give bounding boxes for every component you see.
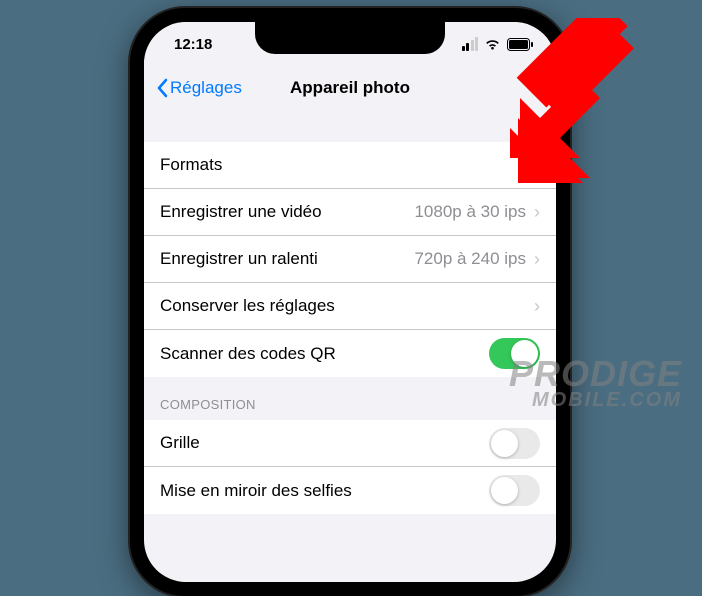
chevron-right-icon: › bbox=[534, 296, 540, 317]
spacer bbox=[144, 110, 556, 142]
row-label: Mise en miroir des selfies bbox=[160, 481, 352, 501]
row-record-video[interactable]: Enregistrer une vidéo 1080p à 30 ips › bbox=[144, 189, 556, 236]
chevron-left-icon bbox=[156, 78, 168, 98]
row-label: Formats bbox=[160, 155, 222, 175]
phone-frame: 12:18 Réglages Appareil photo Formats › … bbox=[130, 8, 570, 596]
cellular-icon bbox=[462, 37, 479, 51]
nav-bar: Réglages Appareil photo bbox=[144, 66, 556, 110]
row-label: Grille bbox=[160, 433, 200, 453]
toggle-mirror-selfies[interactable] bbox=[489, 475, 540, 506]
row-preserve-settings[interactable]: Conserver les réglages › bbox=[144, 283, 556, 330]
screen: 12:18 Réglages Appareil photo Formats › … bbox=[144, 22, 556, 582]
chevron-right-icon: › bbox=[534, 249, 540, 270]
back-button[interactable]: Réglages bbox=[156, 78, 242, 98]
toggle-grid[interactable] bbox=[489, 428, 540, 459]
status-time: 12:18 bbox=[174, 36, 212, 53]
row-label: Conserver les réglages bbox=[160, 296, 335, 316]
section-header-composition: COMPOSITION bbox=[144, 377, 556, 420]
row-record-slomo[interactable]: Enregistrer un ralenti 720p à 240 ips › bbox=[144, 236, 556, 283]
settings-list-1: Formats › Enregistrer une vidéo 1080p à … bbox=[144, 142, 556, 377]
row-label: Enregistrer une vidéo bbox=[160, 202, 322, 222]
row-formats[interactable]: Formats › bbox=[144, 142, 556, 189]
row-mirror-selfies: Mise en miroir des selfies bbox=[144, 467, 556, 514]
wifi-icon bbox=[484, 38, 501, 50]
page-title: Appareil photo bbox=[290, 78, 410, 98]
watermark-line1: PRODIGE bbox=[509, 357, 682, 391]
chevron-right-icon: › bbox=[534, 155, 540, 176]
battery-icon bbox=[507, 38, 534, 51]
row-label: Enregistrer un ralenti bbox=[160, 249, 318, 269]
row-grid: Grille bbox=[144, 420, 556, 467]
chevron-right-icon: › bbox=[534, 202, 540, 223]
row-scan-qr: Scanner des codes QR bbox=[144, 330, 556, 377]
watermark: PRODIGE MOBILE.COM bbox=[509, 357, 682, 410]
back-label: Réglages bbox=[170, 78, 242, 98]
row-value: 1080p à 30 ips bbox=[414, 202, 526, 222]
row-label: Scanner des codes QR bbox=[160, 344, 336, 364]
row-value: 720p à 240 ips bbox=[414, 249, 526, 269]
watermark-line2: MOBILE.COM bbox=[509, 391, 682, 410]
notch bbox=[255, 22, 445, 54]
